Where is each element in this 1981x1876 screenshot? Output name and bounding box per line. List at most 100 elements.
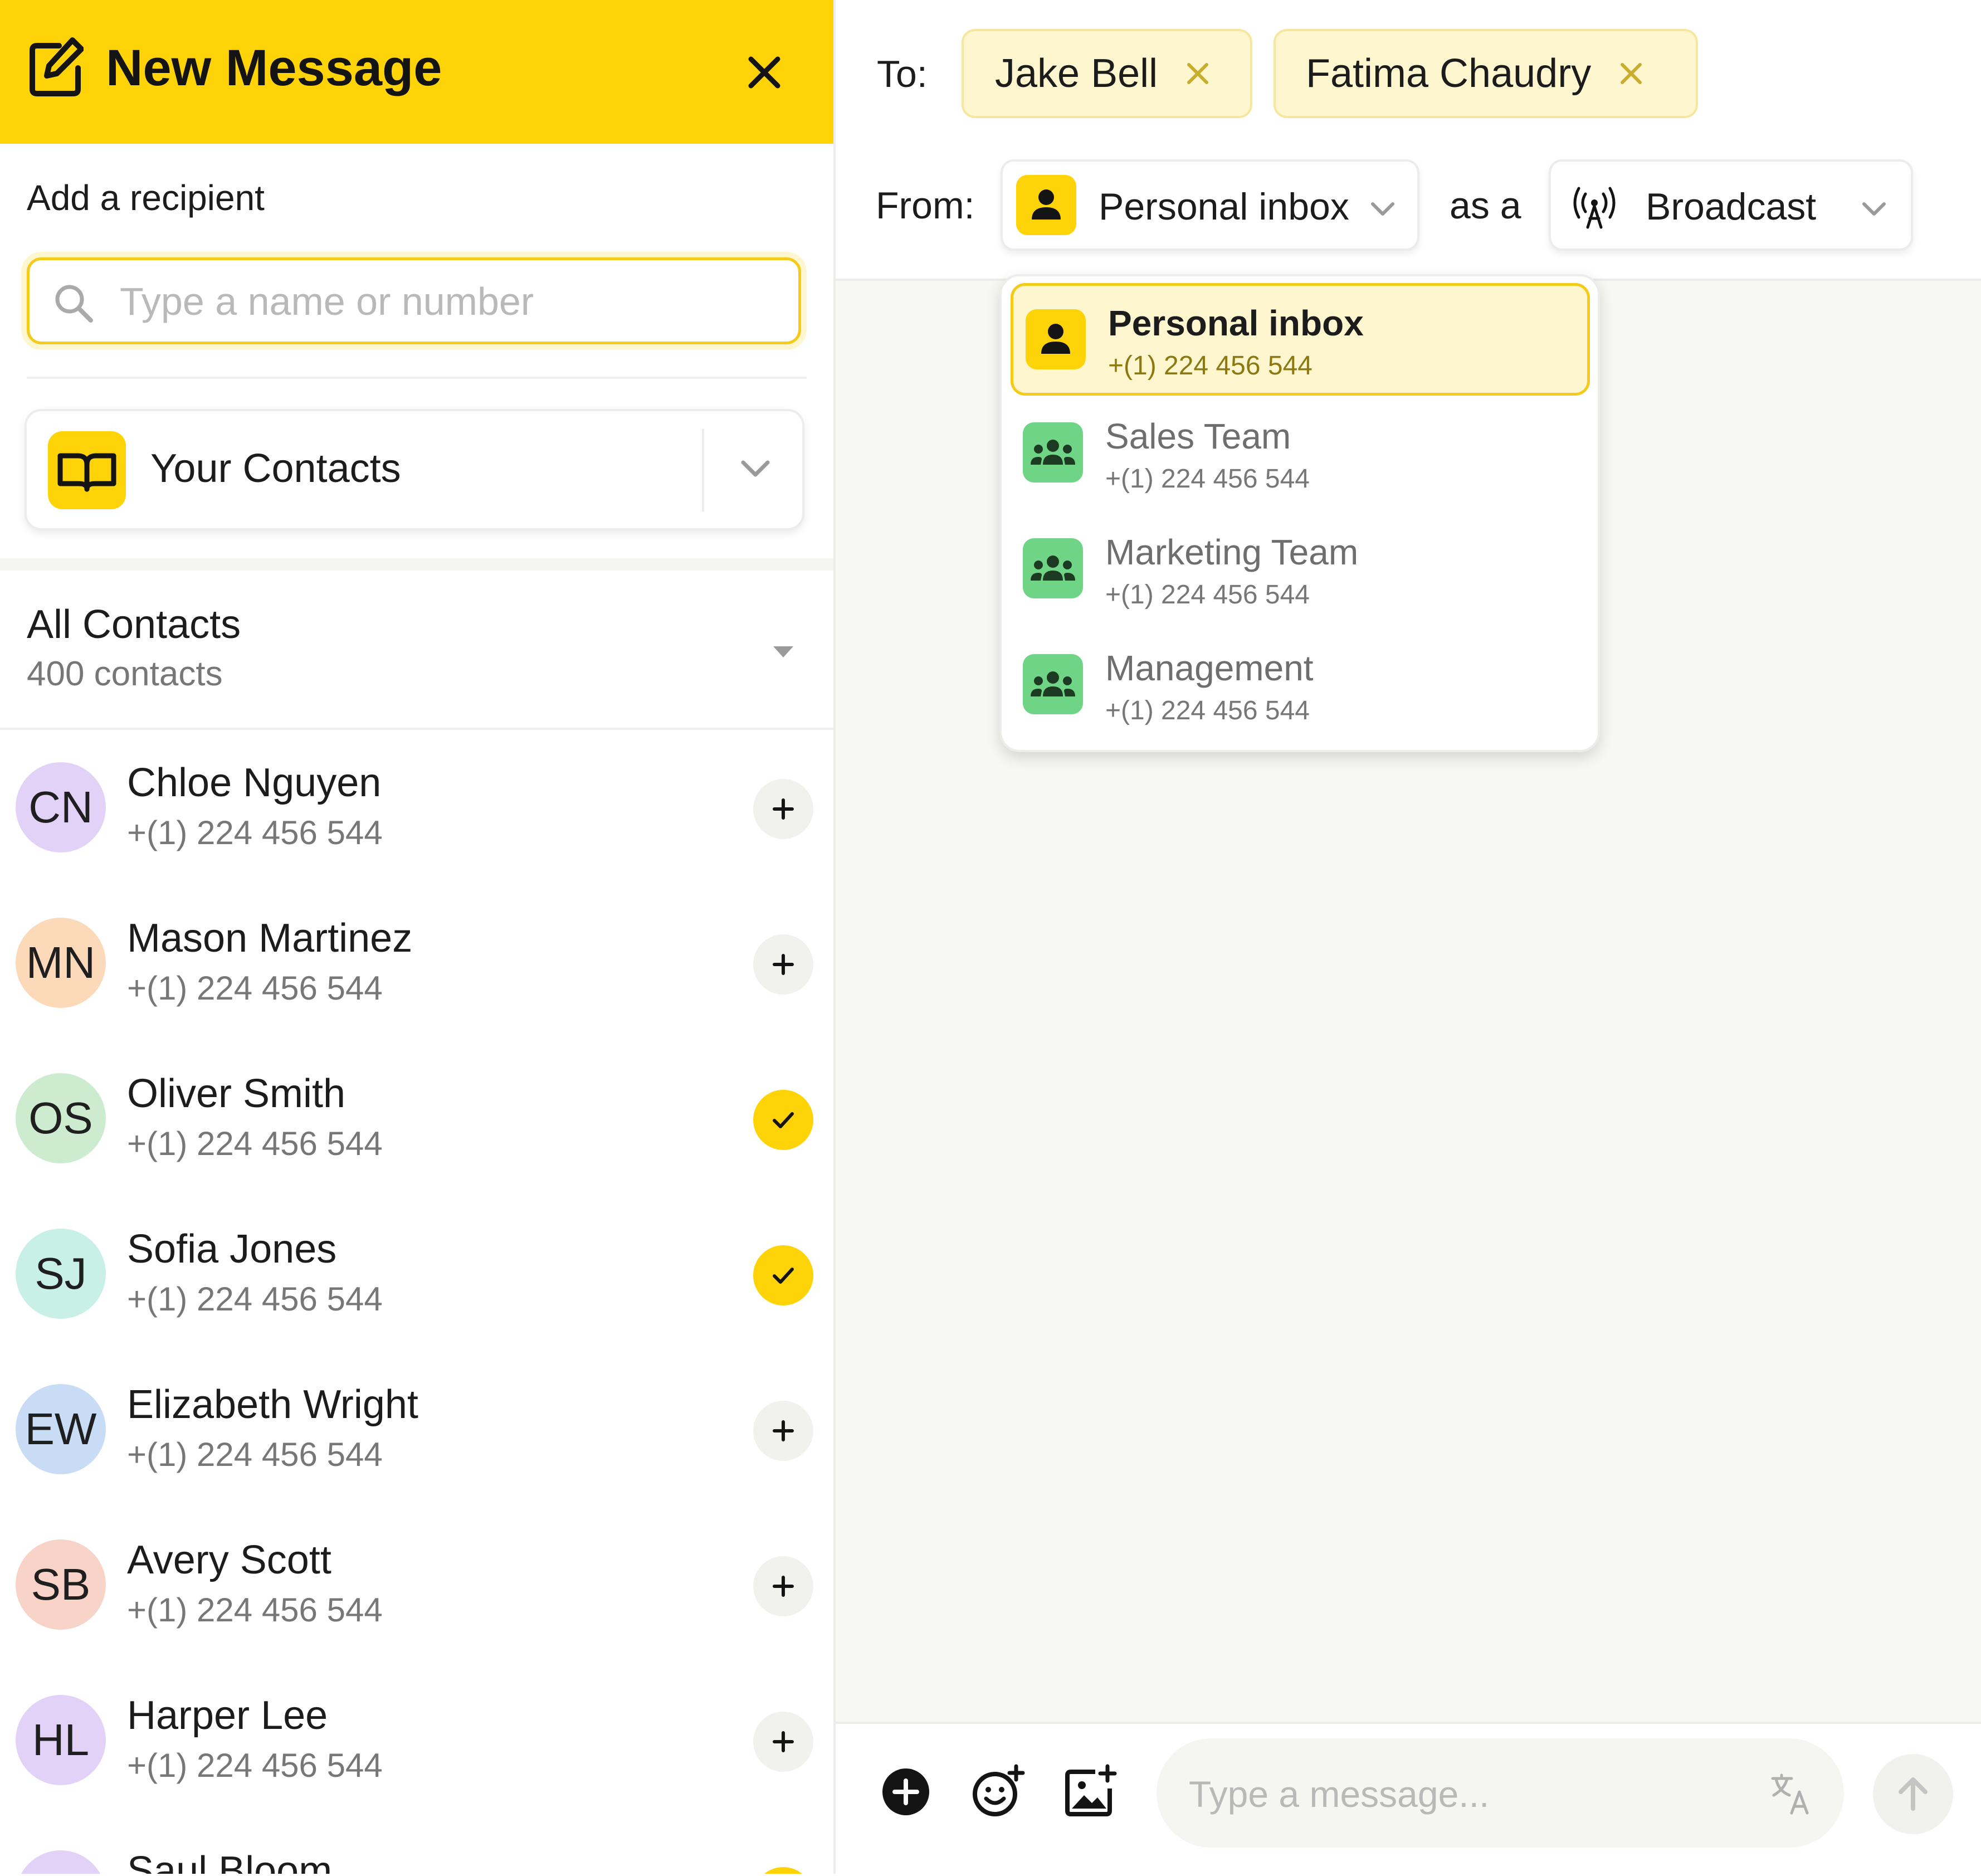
inbox-dropdown-menu: Personal inbox +(1) 224 456 544 Sales Te… bbox=[999, 274, 1600, 752]
recipient-chip[interactable]: Fatima Chaudry bbox=[1274, 29, 1698, 118]
contact-row[interactable]: Saul Bloom bbox=[0, 1820, 833, 1874]
contact-row[interactable]: EW Elizabeth Wright +(1) 224 456 544 bbox=[0, 1354, 833, 1509]
person-icon bbox=[1026, 309, 1086, 369]
message-input[interactable] bbox=[1188, 1763, 1736, 1825]
remove-recipient-icon[interactable] bbox=[1182, 58, 1213, 89]
add-contact-button[interactable] bbox=[753, 1712, 813, 1772]
page-title: New Message bbox=[106, 40, 442, 96]
contacts-source-dropdown[interactable]: Your Contacts bbox=[25, 409, 804, 530]
arrow-up-icon bbox=[1899, 1777, 1928, 1811]
contact-row[interactable]: SJ Sofia Jones +(1) 224 456 544 bbox=[0, 1198, 833, 1354]
divider bbox=[702, 429, 704, 511]
contact-phone: +(1) 224 456 544 bbox=[127, 969, 383, 1007]
avatar: SJ bbox=[16, 1229, 106, 1319]
contact-row[interactable]: SB Avery Scott +(1) 224 456 544 bbox=[0, 1509, 833, 1665]
plus-icon bbox=[773, 1731, 794, 1752]
inbox-phone: +(1) 224 456 544 bbox=[1108, 351, 1312, 381]
compose-icon bbox=[28, 37, 84, 99]
plus-icon bbox=[773, 1420, 794, 1441]
person-icon bbox=[1016, 175, 1076, 235]
close-button[interactable] bbox=[736, 45, 792, 100]
contact-name: Saul Bloom bbox=[127, 1849, 333, 1874]
remove-contact-button[interactable] bbox=[753, 1090, 813, 1150]
contact-phone: +(1) 224 456 544 bbox=[127, 1747, 383, 1784]
section-band bbox=[0, 558, 833, 571]
from-label: From: bbox=[876, 184, 975, 227]
message-input-box bbox=[1157, 1738, 1844, 1848]
contact-phone: +(1) 224 456 544 bbox=[127, 1125, 383, 1162]
contact-phone: +(1) 224 456 544 bbox=[127, 1591, 383, 1629]
search-input[interactable] bbox=[119, 271, 778, 332]
add-contact-button[interactable] bbox=[753, 1401, 813, 1461]
emoji-icon bbox=[973, 1764, 1025, 1816]
divider bbox=[27, 377, 807, 379]
add-attachment-button[interactable] bbox=[880, 1766, 931, 1817]
to-label: To: bbox=[877, 53, 928, 95]
divider bbox=[0, 728, 833, 730]
book-icon bbox=[48, 431, 126, 509]
avatar: OS bbox=[16, 1073, 106, 1163]
add-recipient-label: Add a recipient bbox=[27, 178, 265, 218]
contact-row[interactable]: OS Oliver Smith +(1) 224 456 544 bbox=[0, 1043, 833, 1198]
contact-phone: +(1) 224 456 544 bbox=[127, 814, 383, 851]
chevron-down-icon bbox=[1858, 193, 1890, 224]
avatar: EW bbox=[16, 1384, 106, 1474]
from-inbox-value: Personal inbox bbox=[1099, 186, 1349, 228]
inbox-phone: +(1) 224 456 544 bbox=[1105, 580, 1310, 610]
translate-icon[interactable] bbox=[1769, 1772, 1814, 1816]
contact-phone: +(1) 224 456 544 bbox=[127, 1280, 383, 1318]
add-contact-button[interactable] bbox=[753, 1556, 813, 1616]
inbox-option-marketing[interactable]: Marketing Team +(1) 224 456 544 bbox=[1011, 515, 1590, 627]
from-inbox-dropdown[interactable]: Personal inbox bbox=[1001, 159, 1419, 251]
recipient-search bbox=[27, 257, 801, 344]
plus-circle-icon bbox=[882, 1768, 929, 1815]
contact-row[interactable]: CN Chloe Nguyen +(1) 224 456 544 bbox=[0, 732, 833, 888]
send-mode-value: Broadcast bbox=[1646, 186, 1817, 228]
contacts-source-label: Your Contacts bbox=[150, 446, 401, 491]
contact-name: Elizabeth Wright bbox=[127, 1382, 418, 1427]
image-add-icon bbox=[1065, 1764, 1117, 1816]
remove-contact-button[interactable] bbox=[753, 1867, 813, 1874]
emoji-button[interactable] bbox=[969, 1764, 1025, 1820]
avatar: CN bbox=[16, 762, 106, 852]
broadcast-icon bbox=[1571, 184, 1618, 231]
remove-contact-button[interactable] bbox=[753, 1245, 813, 1305]
check-icon bbox=[773, 1112, 794, 1128]
plus-icon bbox=[773, 954, 794, 975]
avatar bbox=[16, 1850, 106, 1874]
chevron-down-icon bbox=[738, 450, 773, 486]
contact-name: Sofia Jones bbox=[127, 1227, 337, 1271]
send-mode-dropdown[interactable]: Broadcast bbox=[1549, 159, 1913, 251]
new-message-header: New Message bbox=[0, 0, 833, 144]
avatar: MN bbox=[16, 918, 106, 1008]
all-contacts-title: All Contacts bbox=[27, 602, 241, 647]
plus-icon bbox=[773, 1576, 794, 1597]
inbox-name: Sales Team bbox=[1105, 416, 1291, 456]
contact-phone: +(1) 224 456 544 bbox=[127, 1436, 383, 1473]
contact-name: Oliver Smith bbox=[127, 1071, 346, 1116]
remove-recipient-icon[interactable] bbox=[1616, 58, 1647, 89]
inbox-name: Marketing Team bbox=[1105, 532, 1359, 572]
image-button[interactable] bbox=[1062, 1764, 1118, 1820]
contact-row[interactable]: MN Mason Martinez +(1) 224 456 544 bbox=[0, 888, 833, 1043]
group-icon bbox=[1023, 422, 1083, 483]
inbox-option-management[interactable]: Management +(1) 224 456 544 bbox=[1011, 631, 1590, 743]
contact-name: Mason Martinez bbox=[127, 916, 413, 961]
add-contact-button[interactable] bbox=[753, 934, 813, 995]
contact-name: Harper Lee bbox=[127, 1693, 328, 1738]
recipient-chip[interactable]: Jake Bell bbox=[962, 29, 1252, 118]
contact-name: Chloe Nguyen bbox=[127, 761, 382, 805]
inbox-name: Personal inbox bbox=[1108, 303, 1364, 343]
chevron-down-icon bbox=[1367, 193, 1398, 224]
inbox-option-personal[interactable]: Personal inbox +(1) 224 456 544 bbox=[1011, 283, 1590, 396]
add-contact-button[interactable] bbox=[753, 779, 813, 839]
search-icon bbox=[52, 281, 96, 326]
inbox-name: Management bbox=[1105, 648, 1314, 688]
group-icon bbox=[1023, 654, 1083, 714]
close-icon bbox=[748, 56, 780, 89]
send-button[interactable] bbox=[1873, 1754, 1953, 1834]
plus-icon bbox=[773, 798, 794, 820]
inbox-option-sales[interactable]: Sales Team +(1) 224 456 544 bbox=[1011, 399, 1590, 511]
contact-row[interactable]: HL Harper Lee +(1) 224 456 544 bbox=[0, 1665, 833, 1820]
caret-down-icon[interactable] bbox=[770, 643, 797, 660]
